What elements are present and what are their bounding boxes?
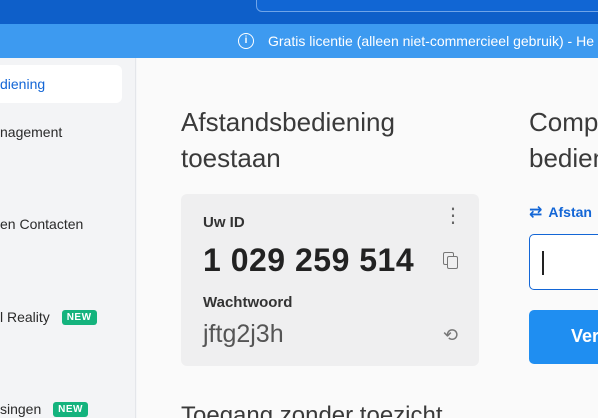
remote-mode-link[interactable]: ⇄ Afstan bbox=[529, 202, 592, 222]
swap-arrows-icon: ⇄ bbox=[529, 204, 543, 221]
page-title: Afstandsbediening toestaan bbox=[181, 107, 395, 173]
refresh-icon[interactable]: ⟲ bbox=[443, 326, 461, 344]
copy-icon[interactable] bbox=[443, 252, 459, 270]
password-value: jftg2j3h bbox=[203, 320, 284, 348]
sidebar-item-reality[interactable]: l Reality NEW bbox=[0, 309, 97, 325]
top-search-field[interactable] bbox=[256, 0, 598, 12]
info-icon: i bbox=[238, 33, 254, 49]
sidebar: diening nagement en Contacten l Reality … bbox=[0, 58, 136, 418]
main-panel: Afstandsbediening toestaan Uw ID ⋮ 1 029… bbox=[137, 58, 598, 418]
sidebar-item-label: nagement bbox=[0, 124, 63, 140]
text-caret bbox=[542, 251, 544, 275]
connect-button[interactable]: Ver bbox=[529, 310, 598, 364]
sidebar-item-label: diening bbox=[0, 76, 46, 92]
id-value: 1 029 259 514 bbox=[203, 242, 415, 278]
connect-title-line1: Comp bbox=[529, 107, 598, 137]
copy-icon-front bbox=[447, 256, 458, 269]
sidebar-item-label: singen bbox=[0, 401, 42, 417]
sidebar-item-management[interactable]: nagement bbox=[0, 124, 62, 140]
license-banner: i Gratis licentie (alleen niet-commercie… bbox=[0, 24, 598, 58]
sidebar-item-contacts[interactable]: en Contacten bbox=[0, 216, 83, 232]
unattended-access-title: Toegang zonder toezicht bbox=[181, 402, 443, 418]
more-vertical-icon[interactable]: ⋮ bbox=[443, 206, 463, 230]
partner-id-input[interactable] bbox=[529, 234, 598, 290]
id-label: Uw ID bbox=[203, 214, 245, 231]
connect-title: Comp bedien bbox=[529, 104, 598, 176]
banner-text: Gratis licentie (alleen niet-commercieel… bbox=[268, 33, 595, 49]
id-card: Uw ID ⋮ 1 029 259 514 Wachtwoord jftg2j3… bbox=[181, 194, 479, 366]
remote-mode-label: Afstan bbox=[548, 204, 592, 220]
sidebar-item-meetings[interactable]: singen NEW bbox=[0, 401, 88, 417]
top-bar bbox=[0, 0, 598, 24]
sidebar-item-label: l Reality bbox=[0, 309, 50, 325]
new-badge: NEW bbox=[61, 310, 97, 325]
sidebar-item-label: en Contacten bbox=[0, 216, 84, 232]
password-label: Wachtwoord bbox=[203, 294, 293, 311]
sidebar-item-remote-control[interactable]: diening bbox=[0, 65, 122, 103]
new-badge: NEW bbox=[53, 402, 88, 417]
connect-title-line2: bedien bbox=[529, 143, 598, 173]
